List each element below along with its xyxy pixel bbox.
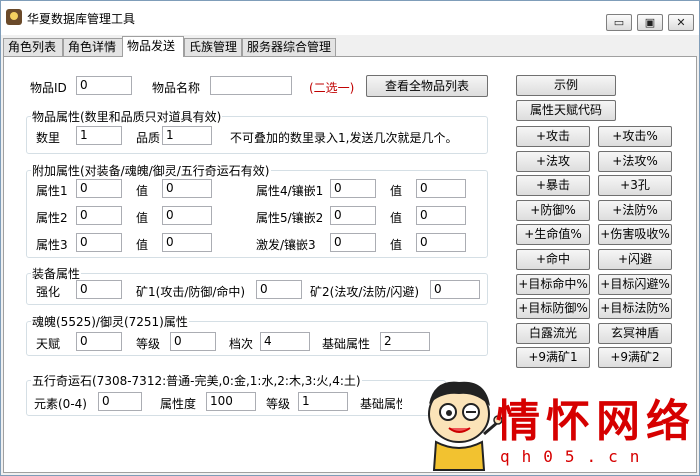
title-bar: 华夏数据库管理工具 ▭ ▣ ✕ (1, 1, 699, 35)
talent-label: 天赋 (36, 337, 61, 351)
close-button[interactable]: ✕ (668, 14, 694, 31)
talent-code-button[interactable]: 属性天赋代码 (516, 100, 616, 121)
maximize-button[interactable]: ▣ (637, 14, 663, 31)
stone-level-label: 等级 (266, 397, 291, 411)
quality-input[interactable]: 1 (162, 126, 212, 145)
excite-input[interactable]: 0 (330, 233, 376, 252)
base-attr-input[interactable]: 2 (380, 332, 430, 351)
side-button-4-1[interactable]: +伤害吸收% (598, 224, 672, 246)
attr1-label: 属性1 (36, 184, 68, 198)
attr5-value-label: 值 (390, 211, 403, 225)
attr3-label: 属性3 (36, 238, 68, 252)
tab-server-manage[interactable]: 服务器综合管理 (242, 38, 336, 56)
excite-label: 激发/镶嵌3 (256, 238, 316, 252)
item-attr-group-title: 物品属性(数里和品质只对道具有效) (31, 108, 223, 125)
side-button-1-0[interactable]: +法攻 (516, 150, 590, 172)
attr4-value-input[interactable]: 0 (416, 179, 466, 198)
soul-attr-group-title: 魂魄(5525)/御灵(7251)属性 (31, 313, 189, 330)
attr3-input[interactable]: 0 (76, 233, 122, 252)
tab-role-detail[interactable]: 角色详情 (63, 38, 123, 56)
minimize-button[interactable]: ▭ (606, 14, 632, 31)
grade-input[interactable]: 4 (260, 332, 310, 351)
stone-level-input[interactable]: 1 (298, 392, 348, 411)
side-button-4-0[interactable]: +生命值% (516, 224, 590, 246)
item-name-input[interactable] (210, 76, 292, 95)
extra-attr-group-title: 附加属性(对装备/魂魄/御灵/五行奇运石有效) (31, 162, 271, 179)
tab-clan-manage[interactable]: 氏族管理 (184, 38, 242, 56)
tab-item-send[interactable]: 物品发送 (122, 36, 184, 57)
mine2-label: 矿2(法攻/法防/闪避) (310, 285, 420, 299)
attr2-label: 属性2 (36, 211, 68, 225)
view-all-items-button[interactable]: 查看全物品列表 (366, 75, 488, 97)
side-button-3-0[interactable]: +防御% (516, 199, 590, 221)
watermark: 情怀网络 qh05.cn (396, 371, 699, 475)
app-logo-icon (6, 9, 22, 25)
attr-degree-input[interactable]: 100 (206, 392, 256, 411)
excite-value-input[interactable]: 0 (416, 233, 466, 252)
attr3-value-label: 值 (136, 238, 149, 252)
watermark-text: 情怀网络 (496, 396, 696, 447)
side-button-0-1[interactable]: +攻击% (598, 126, 672, 147)
side-button-3-1[interactable]: +法防% (598, 199, 672, 221)
attr-degree-label: 属性度 (160, 397, 197, 411)
element-input[interactable]: 0 (98, 392, 142, 411)
side-button-7-0[interactable]: +目标防御% (516, 298, 590, 320)
attr1-value-label: 值 (136, 184, 149, 198)
equip-attr-group-title: 装备属性 (31, 265, 82, 282)
watermark-url: qh05.cn (500, 447, 652, 466)
quality-label: 品质 (136, 131, 161, 145)
attr4-input[interactable]: 0 (330, 179, 376, 198)
quantity-label: 数里 (36, 131, 61, 145)
attr1-value-input[interactable]: 0 (162, 179, 212, 198)
item-id-input[interactable]: 0 (76, 76, 132, 95)
talent-input[interactable]: 0 (76, 332, 122, 351)
enhance-label: 强化 (36, 285, 61, 299)
side-button-8-0[interactable]: 白露流光 (516, 322, 590, 344)
app-window: 华夏数据库管理工具 ▭ ▣ ✕ 角色列表 角色详情 物品发送 氏族管理 服务器综… (0, 0, 700, 476)
attr3-value-input[interactable]: 0 (162, 233, 212, 252)
attr4-value-label: 值 (390, 184, 403, 198)
side-button-2-0[interactable]: +暴击 (516, 175, 590, 197)
window-title: 华夏数据库管理工具 (27, 12, 136, 26)
attr4-label: 属性4/镶嵌1 (256, 184, 324, 198)
base-attr-label: 基础属性 (322, 337, 371, 351)
side-button-5-0[interactable]: +命中 (516, 249, 590, 270)
enhance-input[interactable]: 0 (76, 280, 122, 299)
soul-level-label: 等级 (136, 337, 161, 351)
attr1-input[interactable]: 0 (76, 179, 122, 198)
soul-level-input[interactable]: 0 (170, 332, 216, 351)
attr5-value-input[interactable]: 0 (416, 206, 466, 225)
element-label: 元素(0-4) (34, 397, 87, 411)
attr2-value-label: 值 (136, 211, 149, 225)
item-id-label: 物品ID (30, 81, 67, 95)
side-button-0-0[interactable]: +攻击 (516, 126, 590, 147)
attr5-label: 属性5/镶嵌2 (256, 211, 324, 225)
mine1-label: 矿1(攻击/防御/命中) (136, 285, 246, 299)
quantity-note: 不可叠加的数里录入1,发送几次就是几个。 (230, 131, 458, 145)
attr2-input[interactable]: 0 (76, 206, 122, 225)
mine2-input[interactable]: 0 (430, 280, 480, 299)
side-button-1-1[interactable]: +法攻% (598, 150, 672, 172)
tab-role-list[interactable]: 角色列表 (3, 38, 63, 56)
side-button-6-1[interactable]: +目标闪避% (598, 273, 672, 295)
excite-value-label: 值 (390, 238, 403, 252)
cartoon-mascot-icon (428, 381, 503, 471)
side-button-5-1[interactable]: +闪避 (598, 249, 672, 270)
grade-label: 档次 (229, 337, 254, 351)
stone-attr-group-title: 五行奇运石(7308-7312:普通-完美,0:金,1:水,2:木,3:火,4:… (31, 372, 362, 389)
attr2-value-input[interactable]: 0 (162, 206, 212, 225)
example-button[interactable]: 示例 (516, 75, 616, 96)
side-button-9-0[interactable]: +9满矿1 (516, 347, 590, 369)
quantity-input[interactable]: 1 (76, 126, 122, 145)
attr5-input[interactable]: 0 (330, 206, 376, 225)
item-name-label: 物品名称 (152, 81, 201, 95)
side-button-8-1[interactable]: 玄冥神盾 (598, 322, 672, 344)
side-button-6-0[interactable]: +目标命中% (516, 273, 590, 295)
side-button-2-1[interactable]: +3孔 (598, 175, 672, 197)
choose-one-hint: (二选一) (309, 81, 355, 95)
side-button-9-1[interactable]: +9满矿2 (598, 347, 672, 369)
mine1-input[interactable]: 0 (256, 280, 302, 299)
side-button-7-1[interactable]: +目标法防% (598, 298, 672, 320)
